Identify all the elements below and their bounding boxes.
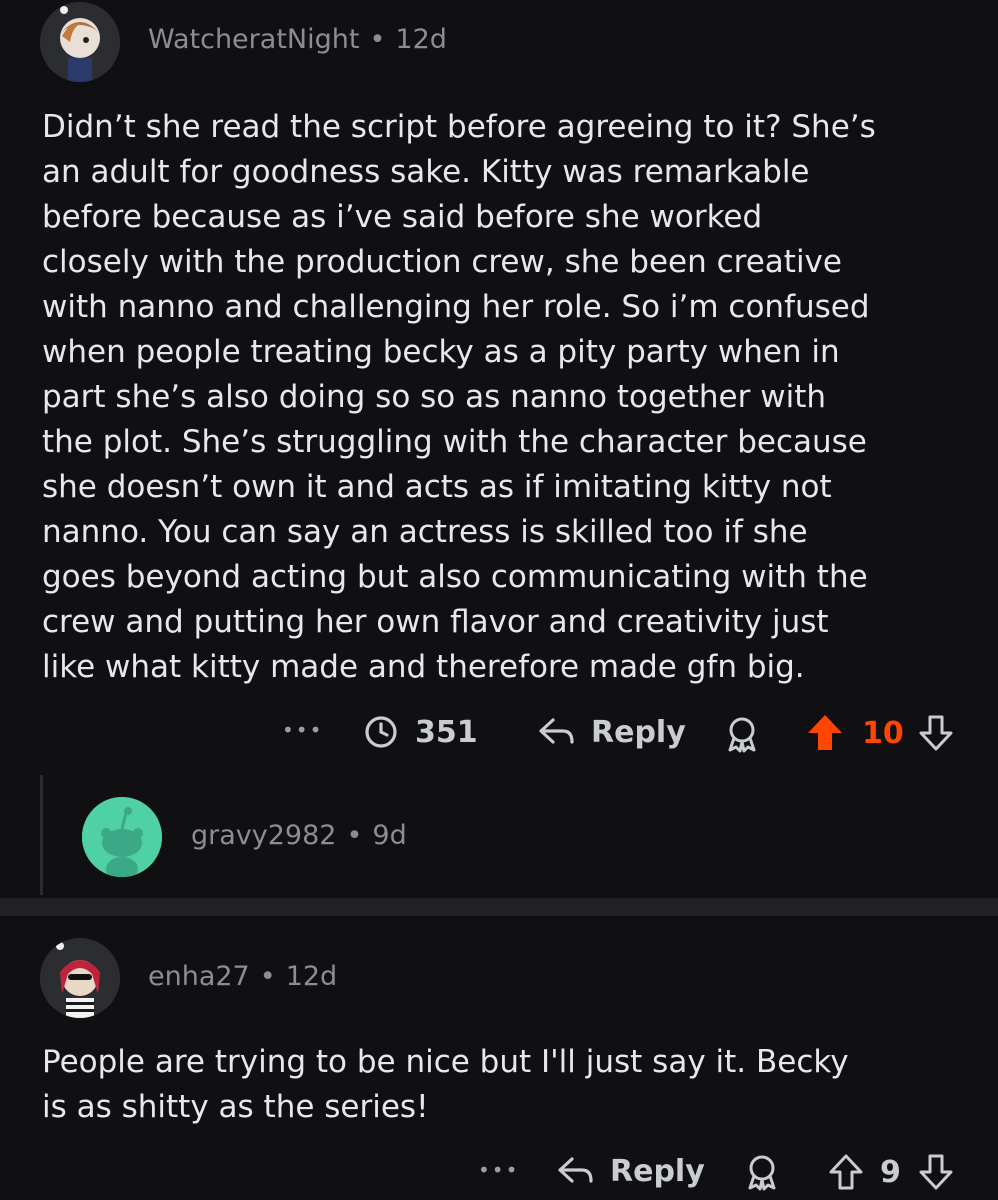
separator-dot: •	[346, 820, 363, 851]
username[interactable]: enha27	[148, 961, 250, 992]
award-icon	[748, 1155, 776, 1191]
avatar[interactable]	[40, 2, 120, 82]
clock-icon	[365, 716, 397, 748]
more-options-icon: •••	[478, 1158, 520, 1182]
award-button[interactable]	[722, 714, 762, 754]
views-value: 351	[415, 714, 478, 750]
vote-count: 9	[880, 1155, 901, 1190]
upvote-arrow-icon	[808, 715, 842, 750]
more-options-button[interactable]: •••	[478, 1158, 519, 1182]
username[interactable]: WatcheratNight	[148, 24, 359, 55]
comment-line: People are trying to be nice but I'll ju…	[42, 1044, 849, 1080]
award-icon	[728, 717, 756, 753]
username[interactable]: gravy2982	[191, 820, 336, 851]
comment-header: gravy2982 • 9d	[191, 820, 407, 851]
downvote-arrow-icon	[919, 1154, 953, 1190]
reply-arrow-icon	[539, 718, 574, 744]
comment-line: goes beyond acting but also communicatin…	[42, 559, 868, 595]
comment-line: she doesn’t own it and acts as if imitat…	[42, 469, 832, 505]
user-avatar-icon	[40, 938, 120, 1018]
avatar[interactable]	[82, 797, 162, 877]
upvote-button[interactable]	[826, 1152, 866, 1192]
more-options-icon: •••	[282, 718, 324, 742]
comment-line: an adult for goodness sake. Kitty was re…	[42, 154, 810, 190]
comment-header: WatcheratNight • 12d	[148, 24, 447, 55]
award-button[interactable]	[742, 1152, 782, 1192]
comment-line: before because as i’ve said before she w…	[42, 199, 763, 235]
avatar[interactable]	[40, 938, 120, 1018]
comment-line: part she’s also doing so so as nanno tog…	[42, 379, 826, 415]
views-count: 351	[363, 714, 478, 750]
vote-count: 10	[862, 716, 904, 751]
comment-header: enha27 • 12d	[148, 961, 337, 992]
comment-line: closely with the production crew, she be…	[42, 244, 842, 280]
comment-line: with nanno and challenging her role. So …	[42, 289, 870, 325]
separator-dot: •	[369, 24, 386, 55]
more-options-button[interactable]: •••	[282, 718, 323, 742]
comment-line: is as shitty as the series!	[42, 1089, 429, 1125]
reply-button[interactable]: Reply	[556, 1153, 705, 1189]
upvote-button[interactable]	[806, 713, 844, 753]
comment-line: nanno. You can say an actress is skilled…	[42, 514, 808, 550]
comment-body: Didn’t she read the script before agreei…	[42, 105, 876, 690]
comment-line: Didn’t she read the script before agreei…	[42, 109, 876, 145]
thread-line[interactable]	[40, 775, 43, 895]
vote-score: 10	[862, 716, 904, 751]
user-avatar-icon	[40, 2, 120, 82]
reply-label: Reply	[610, 1153, 705, 1189]
comment-line: like what kitty made and therefore made …	[42, 649, 805, 685]
snoo-avatar-icon	[82, 797, 162, 877]
timestamp: 12d	[395, 24, 447, 55]
comment-line: the plot. She’s struggling with the char…	[42, 424, 867, 460]
downvote-button[interactable]	[916, 1152, 956, 1192]
comment-body: People are trying to be nice but I'll ju…	[42, 1040, 849, 1130]
reply-label: Reply	[591, 714, 686, 750]
comment-line: when people treating becky as a pity par…	[42, 334, 840, 370]
comment-line: crew and putting her own flavor and crea…	[42, 604, 829, 640]
vote-score: 9	[880, 1155, 901, 1190]
timestamp: 12d	[285, 961, 338, 992]
comment-divider	[0, 898, 998, 916]
reply-button[interactable]: Reply	[537, 714, 686, 750]
timestamp: 9d	[372, 820, 407, 851]
downvote-arrow-icon	[919, 715, 953, 751]
separator-dot: •	[259, 961, 276, 992]
downvote-button[interactable]	[916, 713, 956, 753]
reply-arrow-icon	[558, 1157, 593, 1183]
upvote-arrow-icon	[829, 1154, 863, 1190]
